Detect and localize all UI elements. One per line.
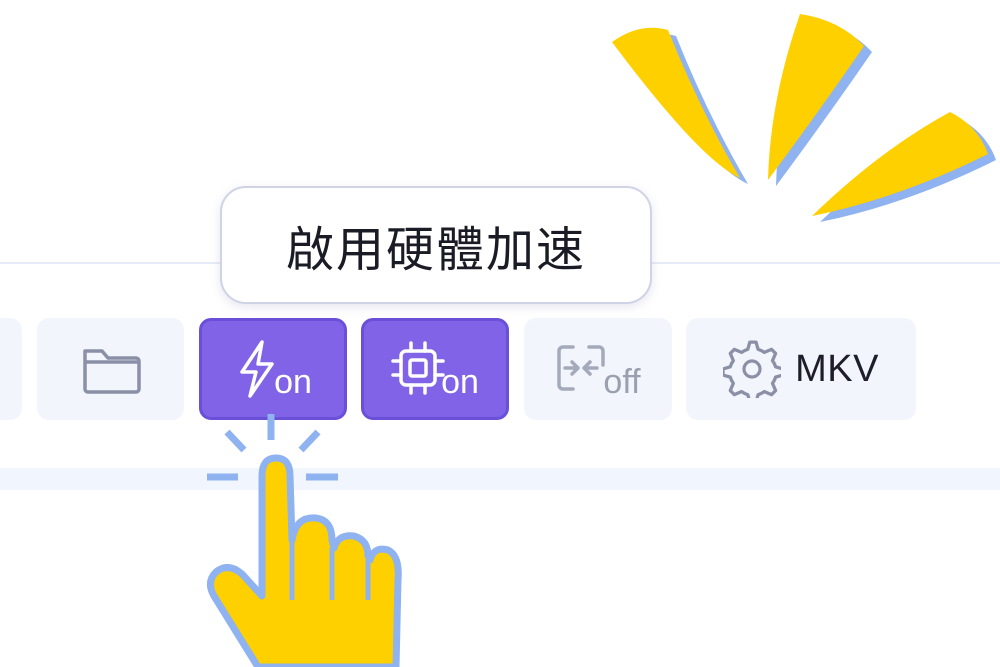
hardware-acceleration-state: on	[274, 363, 312, 401]
merge-icon	[555, 341, 607, 397]
gear-icon	[723, 340, 782, 398]
merge-state: off	[603, 363, 641, 401]
output-format-label: MKV	[795, 347, 879, 390]
lightning-icon	[234, 338, 278, 400]
folder-icon	[80, 343, 142, 395]
gpu-button[interactable]: on	[361, 318, 509, 420]
hardware-acceleration-button[interactable]: on	[199, 318, 347, 420]
merge-button[interactable]: off	[524, 318, 672, 420]
gpu-state: on	[441, 363, 479, 401]
open-folder-button[interactable]	[37, 318, 184, 420]
toolbar: on on off MKV	[0, 0, 1000, 667]
chip-icon	[391, 341, 445, 397]
output-format-button[interactable]: MKV	[686, 318, 916, 420]
toolbar-button-partial[interactable]	[0, 318, 22, 420]
tooltip: 啟用硬體加速	[220, 186, 652, 304]
